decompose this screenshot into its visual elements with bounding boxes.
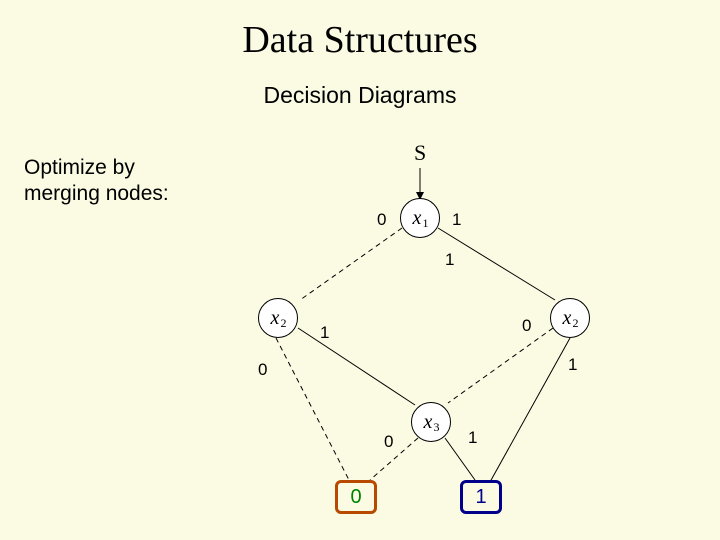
slide-title: Data Structures: [0, 18, 720, 62]
node-x1-var: x: [413, 207, 422, 230]
node-x1: x1: [400, 198, 440, 238]
edge-x3-left: 0: [384, 432, 393, 452]
node-x2-left: x2: [258, 298, 298, 338]
node-x2-right: x2: [550, 298, 590, 338]
edge-x1-right: 1: [452, 210, 461, 230]
node-x3-sub: 3: [433, 420, 439, 435]
node-x2l-var: x: [271, 307, 280, 330]
leaf-one: 1: [460, 480, 502, 514]
side-note-line2: merging nodes:: [24, 182, 169, 205]
node-x3: x3: [411, 402, 451, 442]
node-x2r-sub: 2: [572, 316, 578, 331]
side-note-line1: Optimize by: [24, 156, 135, 179]
edge-x2r-down: 1: [568, 355, 577, 375]
edge-x1-left: 0: [377, 210, 386, 230]
node-x2l-sub: 2: [280, 316, 286, 331]
slide-subtitle: Decision Diagrams: [0, 82, 720, 109]
side-note: Optimize by merging nodes:: [24, 155, 169, 208]
node-x3-var: x: [424, 411, 433, 434]
edge-x2r-left: 0: [522, 316, 531, 336]
root-label: S: [414, 140, 426, 166]
diagram-edges: [0, 0, 720, 540]
edge-x1-right2: 1: [445, 250, 454, 270]
node-x1-sub: 1: [422, 216, 428, 231]
edge-x2l-right: 1: [320, 323, 329, 343]
node-x2r-var: x: [563, 307, 572, 330]
edge-x3-right: 1: [468, 428, 477, 448]
leaf-zero: 0: [335, 480, 377, 514]
edge-x2l-down: 0: [258, 360, 267, 380]
